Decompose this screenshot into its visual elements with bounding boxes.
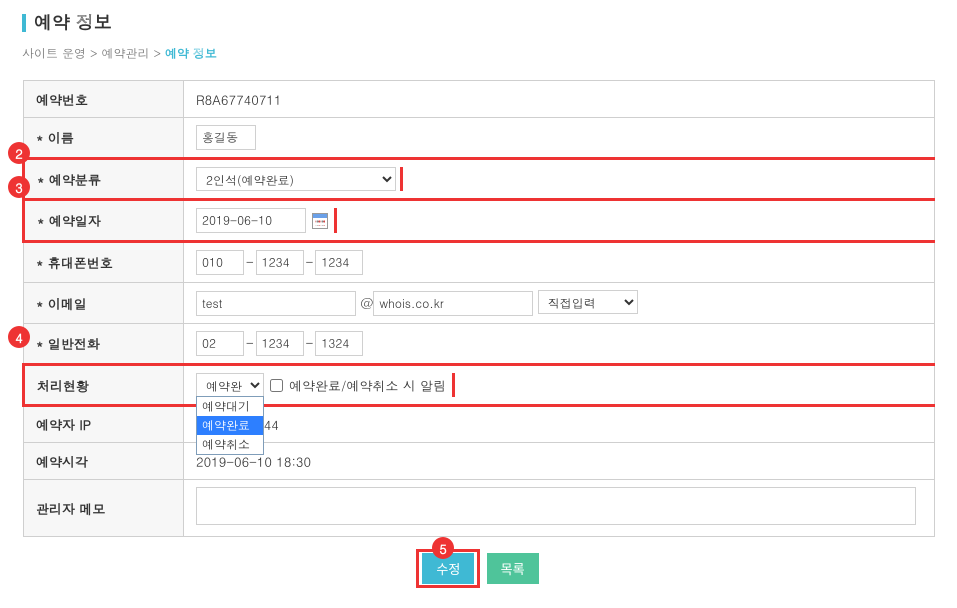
- label-mobile: 휴대폰번호: [24, 242, 184, 283]
- label-status: 처리현황: [24, 365, 184, 406]
- status-notify-label: 예약완료/예약취소 시 알림: [289, 376, 446, 395]
- row-phone: 일반전화 --: [24, 324, 935, 365]
- category-select[interactable]: 2인석(예약완료): [196, 167, 396, 191]
- phone-field-3[interactable]: [315, 331, 363, 356]
- value-time: 2019-06-10 18:30: [184, 443, 935, 480]
- label-date: 예약일자: [24, 200, 184, 242]
- label-category: 예약분류: [24, 159, 184, 200]
- annotation-badge-4: 4: [8, 326, 30, 348]
- value-ip: 1.212.71.144: [184, 406, 935, 443]
- row-email: 이메일 @ 직접입력: [24, 283, 935, 324]
- label-email: 이메일: [24, 283, 184, 324]
- phone-field-1[interactable]: [196, 331, 244, 356]
- memo-field[interactable]: [196, 487, 916, 525]
- email-domain-select[interactable]: 직접입력: [538, 290, 638, 314]
- reservation-form-table: 예약번호 R8A67740711 이름 예약분류 2인석(예약완료) 예약: [22, 80, 935, 537]
- label-time: 예약시각: [24, 443, 184, 480]
- row-name: 이름: [24, 118, 935, 159]
- row-date: 예약일자: [24, 200, 935, 242]
- label-phone: 일반전화: [24, 324, 184, 365]
- email-at: @: [360, 293, 373, 312]
- status-option-cancel[interactable]: 예약취소: [197, 435, 263, 454]
- row-booking-no: 예약번호 R8A67740711: [24, 81, 935, 118]
- status-option-waiting[interactable]: 예약대기: [197, 397, 263, 416]
- email-domain-field[interactable]: [373, 291, 533, 316]
- row-category: 예약분류 2인석(예약완료): [24, 159, 935, 200]
- row-ip: 예약자 IP 1.212.71.144: [24, 406, 935, 443]
- page-title-text: 예약 정보: [34, 10, 112, 35]
- label-memo: 관리자 메모: [24, 480, 184, 537]
- row-mobile: 휴대폰번호 --: [24, 242, 935, 283]
- status-select[interactable]: 예약완료: [196, 373, 264, 397]
- breadcrumb-item: 사이트 운영: [22, 45, 86, 62]
- calendar-icon[interactable]: [312, 213, 328, 229]
- annotation-badge-5: 5: [432, 537, 454, 559]
- name-field[interactable]: [196, 125, 256, 150]
- status-dropdown-list: 예약대기 예약완료 예약취소: [196, 396, 264, 455]
- mobile-field-3[interactable]: [315, 250, 363, 275]
- email-local-field[interactable]: [196, 291, 356, 316]
- edit-button[interactable]: 수정: [422, 553, 474, 584]
- annotation-badge-3: 3: [8, 176, 30, 198]
- row-memo: 관리자 메모: [24, 480, 935, 537]
- annotation-badge-2: 2: [8, 142, 30, 164]
- breadcrumb-current[interactable]: 예약 정보: [165, 45, 217, 62]
- phone-field-2[interactable]: [256, 331, 304, 356]
- status-notify-checkbox[interactable]: [270, 379, 283, 392]
- mobile-field-2[interactable]: [256, 250, 304, 275]
- row-status: 처리현황 예약완료 예약완료/예약취소 시 알림 예약대기 예약완료 예약취소: [24, 365, 935, 406]
- date-field[interactable]: [196, 208, 306, 233]
- label-booking-no: 예약번호: [24, 81, 184, 118]
- mobile-field-1[interactable]: [196, 250, 244, 275]
- list-button[interactable]: 목록: [487, 553, 539, 584]
- row-time: 예약시각 2019-06-10 18:30: [24, 443, 935, 480]
- label-name: 이름: [24, 118, 184, 159]
- breadcrumb-item: 예약관리: [102, 45, 150, 62]
- page-title: 예약 정보: [22, 10, 935, 35]
- button-row: 5 수정 목록: [22, 549, 935, 588]
- breadcrumb: 사이트 운영 > 예약관리 > 예약 정보: [22, 45, 935, 62]
- value-booking-no: R8A67740711: [184, 81, 935, 118]
- status-option-complete[interactable]: 예약완료: [197, 416, 263, 435]
- title-bar-icon: [22, 14, 26, 32]
- label-ip: 예약자 IP: [24, 406, 184, 443]
